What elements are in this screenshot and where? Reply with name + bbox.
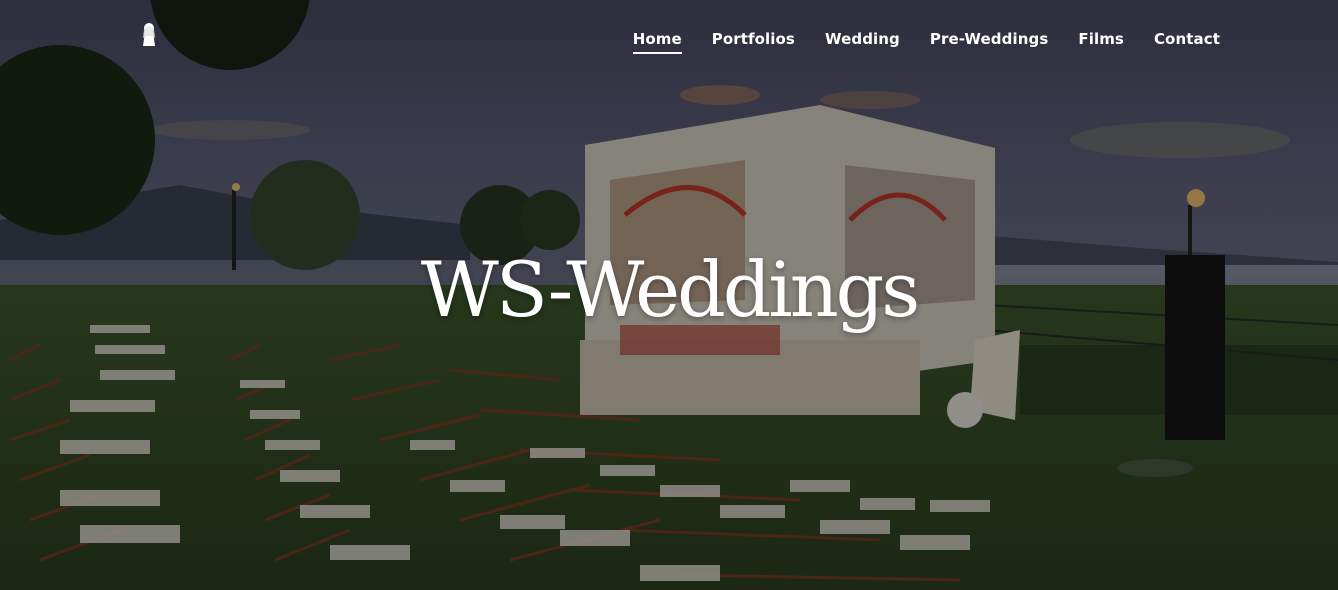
nav-item-contact[interactable]: Contact xyxy=(1154,30,1220,54)
site-logo[interactable] xyxy=(136,20,162,46)
bride-silhouette-icon xyxy=(143,23,155,46)
nav-item-films[interactable]: Films xyxy=(1078,30,1124,54)
nav-item-home[interactable]: Home xyxy=(632,30,682,54)
nav-item-wedding[interactable]: Wedding xyxy=(825,30,900,54)
hero-title: WS-Weddings xyxy=(420,245,921,334)
hero-section: Home Portfolios Wedding Pre-Weddings Fil… xyxy=(0,0,1338,590)
main-navigation: Home Portfolios Wedding Pre-Weddings Fil… xyxy=(632,30,1220,54)
nav-item-portfolios[interactable]: Portfolios xyxy=(712,30,795,54)
nav-item-pre-weddings[interactable]: Pre-Weddings xyxy=(930,30,1048,54)
